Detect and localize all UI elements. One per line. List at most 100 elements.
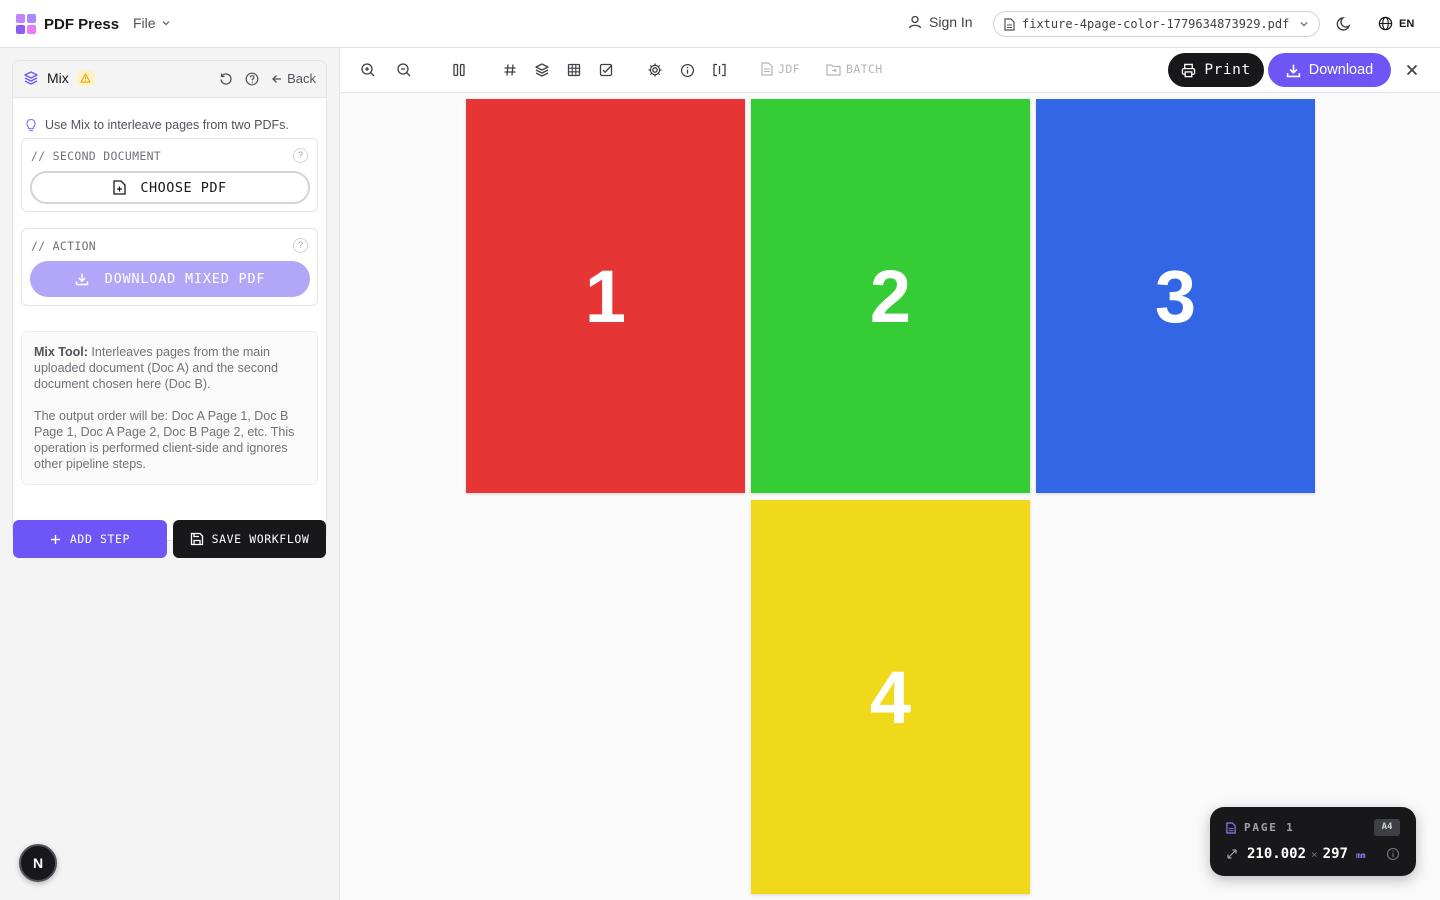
choose-pdf-label: CHOOSE PDF xyxy=(140,179,227,196)
columns-icon xyxy=(453,63,465,77)
batch-button[interactable]: BATCH xyxy=(826,62,883,76)
checkbox-icon xyxy=(599,63,613,77)
app-name: PDF Press xyxy=(44,15,120,33)
page-height: 297 xyxy=(1322,846,1348,862)
jdf-button[interactable]: JDF xyxy=(761,62,800,76)
second-document-card: // SECOND DOCUMENT ? CHOOSE PDF xyxy=(21,138,318,212)
zoom-out-icon xyxy=(397,63,411,77)
second-document-help-icon[interactable]: ? xyxy=(293,148,308,163)
jdf-label: JDF xyxy=(778,62,800,76)
save-workflow-button[interactable]: SAVE WORKFLOW xyxy=(173,520,326,558)
layers-button[interactable] xyxy=(533,61,551,79)
page-width: 210.002 xyxy=(1247,846,1307,862)
page-thumbnail[interactable]: 4 xyxy=(751,500,1030,894)
dimension-separator: × xyxy=(1311,848,1318,861)
download-icon xyxy=(1286,64,1300,77)
second-document-label: // SECOND DOCUMENT xyxy=(31,149,162,163)
print-label: Print xyxy=(1204,62,1251,78)
language-label: EN xyxy=(1399,17,1415,30)
download-label: Download xyxy=(1308,62,1374,78)
back-label: Back xyxy=(287,71,316,86)
file-icon xyxy=(1226,821,1236,834)
download-button[interactable]: Download xyxy=(1268,53,1391,87)
back-button[interactable]: Back xyxy=(271,71,316,86)
dimension-unit: mm xyxy=(1355,851,1366,860)
current-file-selector[interactable]: fixture-4page-color-1779634873929.pdf xyxy=(993,11,1320,37)
tool-hint-text: Use Mix to interleave pages from two PDF… xyxy=(45,118,289,132)
page-numbers-button[interactable] xyxy=(501,61,519,79)
close-document-button[interactable] xyxy=(1403,61,1421,79)
reset-icon[interactable] xyxy=(219,72,233,86)
mix-info-lead: Mix Tool: xyxy=(34,345,88,359)
app-logo-icon xyxy=(16,14,36,34)
chevron-down-icon xyxy=(162,21,170,26)
warning-icon xyxy=(80,73,91,83)
settings-icon xyxy=(648,63,662,77)
tool-title-label: Mix xyxy=(47,70,69,86)
help-icon[interactable] xyxy=(245,72,259,86)
tool-panel-header: Mix Back xyxy=(13,61,326,98)
download-icon xyxy=(75,273,88,286)
file-menu[interactable]: File xyxy=(133,15,171,31)
action-help-icon[interactable]: ? xyxy=(293,238,308,253)
current-page-label: PAGE 1 xyxy=(1244,821,1295,834)
file-icon xyxy=(1004,17,1015,31)
page-thumbnail[interactable]: 2 xyxy=(751,99,1030,493)
moon-icon xyxy=(1336,17,1351,31)
zoom-in-button[interactable] xyxy=(359,61,377,79)
viewer-toolbar: JDF BATCH Print Download xyxy=(340,48,1440,93)
close-icon xyxy=(1406,64,1418,76)
grid-icon xyxy=(567,63,581,77)
tool-hint: Use Mix to interleave pages from two PDF… xyxy=(25,118,289,132)
page-info-widget: PAGE 1 A4 210.002 × 297 mm xyxy=(1210,807,1416,876)
file-text-icon xyxy=(761,62,773,76)
hash-icon xyxy=(504,64,516,76)
action-card: // ACTION ? DOWNLOAD MIXED PDF xyxy=(21,228,318,306)
file-menu-label: File xyxy=(133,15,156,31)
page-info-label: PAGE 1 xyxy=(1226,821,1295,834)
settings-button[interactable] xyxy=(646,61,664,79)
sign-in-button[interactable]: Sign In xyxy=(908,14,973,30)
page-thumbnail[interactable]: 3 xyxy=(1036,99,1315,493)
chevron-down-icon xyxy=(1300,22,1308,27)
dev-tools-badge[interactable]: N xyxy=(19,844,57,882)
layers-icon xyxy=(535,63,549,77)
save-icon xyxy=(190,532,203,546)
resize-icon xyxy=(1227,849,1237,859)
sidebar: Mix Back Use Mix to interleave pages fro… xyxy=(0,48,340,900)
choose-pdf-button[interactable]: CHOOSE PDF xyxy=(30,171,310,204)
top-bar: PDF Press File Sign In fixture-4page-col… xyxy=(0,0,1440,48)
language-selector[interactable]: EN xyxy=(1378,16,1414,31)
columns-view-button[interactable] xyxy=(450,61,468,79)
lightbulb-icon xyxy=(26,118,36,132)
save-workflow-label: SAVE WORKFLOW xyxy=(211,532,310,546)
theme-toggle-button[interactable] xyxy=(1336,16,1352,32)
paper-size-badge: A4 xyxy=(1374,819,1400,836)
zoom-out-button[interactable] xyxy=(395,61,413,79)
add-step-button[interactable]: ADD STEP xyxy=(13,520,167,558)
brand[interactable]: PDF Press xyxy=(16,14,119,34)
tool-panel-actions: Back xyxy=(219,71,316,86)
tool-title: Mix xyxy=(23,70,95,86)
printer-icon xyxy=(1182,63,1196,77)
compare-button[interactable] xyxy=(710,61,728,79)
file-plus-icon xyxy=(113,180,127,195)
info-icon xyxy=(680,63,694,77)
layers-icon xyxy=(24,71,38,85)
grid-button[interactable] xyxy=(565,61,583,79)
document-canvas: 1 2 3 4 xyxy=(340,93,1440,900)
download-mixed-pdf-button[interactable]: DOWNLOAD MIXED PDF xyxy=(30,261,310,297)
print-button[interactable]: Print xyxy=(1168,53,1264,87)
document-info-button[interactable] xyxy=(678,61,696,79)
mix-tool-info: Mix Tool: Interleaves pages from the mai… xyxy=(21,331,318,485)
select-pages-button[interactable] xyxy=(597,61,615,79)
page-number: 4 xyxy=(869,655,912,739)
sign-in-label: Sign In xyxy=(929,14,973,30)
brackets-icon xyxy=(712,63,726,77)
page-info-details-button[interactable] xyxy=(1386,847,1400,861)
mix-info-paragraph-1: Mix Tool: Interleaves pages from the mai… xyxy=(34,344,305,392)
page-thumbnail[interactable]: 1 xyxy=(466,99,745,493)
info-icon xyxy=(1386,847,1400,861)
page-dimensions: 210.002 × 297 mm xyxy=(1226,846,1366,862)
warning-badge xyxy=(76,70,95,86)
